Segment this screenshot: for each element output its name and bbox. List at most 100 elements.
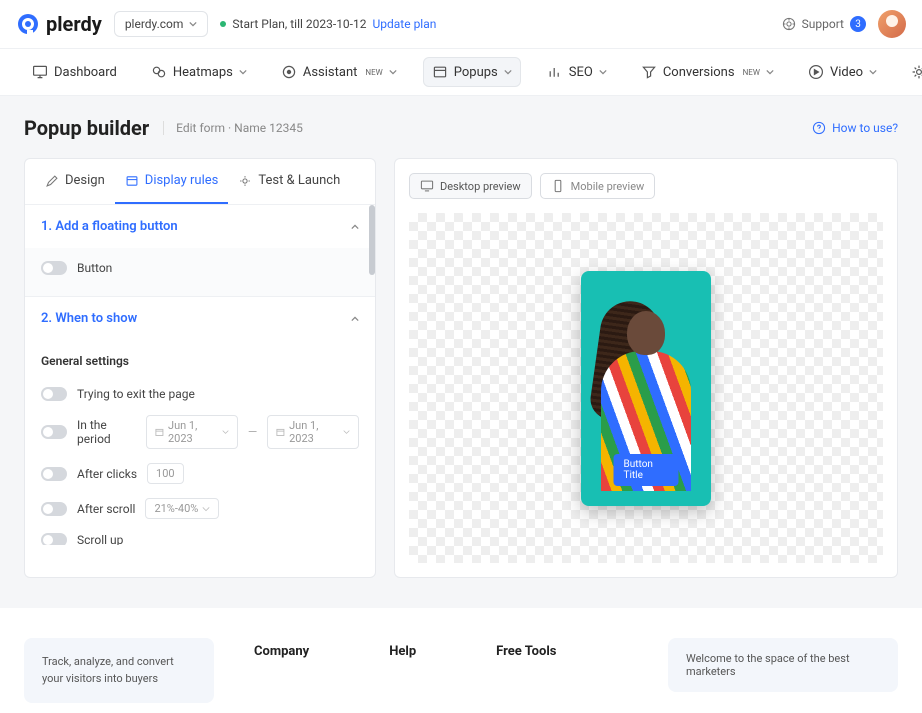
nav-settings[interactable]: Settings <box>903 58 922 86</box>
nav-heatmaps[interactable]: Heatmaps <box>143 58 255 86</box>
update-plan-link[interactable]: Update plan <box>372 17 436 31</box>
status-dot-icon <box>220 21 226 27</box>
chevron-up-icon <box>351 223 359 231</box>
site-selector[interactable]: plerdy.com <box>114 11 209 37</box>
mobile-preview-button[interactable]: Mobile preview <box>540 173 656 199</box>
section-floating-button-header[interactable]: 1. Add a floating button <box>25 205 375 248</box>
funnel-icon <box>641 64 657 80</box>
plan-text: Start Plan, till 2023-10-12 <box>232 17 366 31</box>
brand-logo[interactable]: plerdy <box>16 12 102 36</box>
tab-design-label: Design <box>65 173 105 188</box>
toggle-exit-label: Trying to exit the page <box>77 387 195 401</box>
chevron-down-icon <box>189 20 197 28</box>
tab-display-rules[interactable]: Display rules <box>115 159 229 204</box>
support-button[interactable]: Support 3 <box>782 16 866 32</box>
nav-heatmaps-label: Heatmaps <box>173 65 233 80</box>
new-tag: NEW <box>743 68 760 77</box>
pencil-icon <box>45 174 59 188</box>
calendar-icon <box>276 427 285 437</box>
preview-panel: Desktop preview Mobile preview Button Ti… <box>394 158 898 578</box>
chevron-down-icon <box>599 68 607 76</box>
date-from-picker[interactable]: Jun 1, 2023 <box>146 415 238 449</box>
mobile-icon <box>551 179 565 193</box>
dash-separator: — <box>248 425 257 439</box>
chevron-down-icon <box>869 68 877 76</box>
toggle-scrollup-label: Scroll up <box>77 533 123 545</box>
ai-icon <box>281 64 297 80</box>
footer-col-freetools[interactable]: Free Tools <box>496 644 556 659</box>
date-to-value: Jun 1, 2023 <box>289 419 339 445</box>
date-to-picker[interactable]: Jun 1, 2023 <box>267 415 359 449</box>
popup-preview-button[interactable]: Button Title <box>614 454 679 486</box>
clicks-input[interactable]: 100 <box>147 463 184 484</box>
plan-status: Start Plan, till 2023-10-12 Update plan <box>220 17 436 31</box>
nav-popups-label: Popups <box>454 65 498 80</box>
chevron-down-icon <box>389 68 397 76</box>
clicks-value: 100 <box>156 467 175 480</box>
date-from-value: Jun 1, 2023 <box>168 419 218 445</box>
nav-video-label: Video <box>830 65 863 80</box>
toggle-after-clicks[interactable] <box>41 467 67 481</box>
help-icon <box>812 121 826 135</box>
tab-display-label: Display rules <box>145 173 219 188</box>
tab-design[interactable]: Design <box>35 159 115 204</box>
footer-welcome: Welcome to the space of the best markete… <box>668 638 898 692</box>
desktop-preview-button[interactable]: Desktop preview <box>409 173 532 199</box>
nav-assistant[interactable]: Assistant NEW <box>273 58 405 86</box>
brand-name: plerdy <box>46 12 102 36</box>
toggle-period[interactable] <box>41 425 67 439</box>
user-avatar[interactable] <box>878 10 906 38</box>
popup-preview: Button Title <box>581 271 711 506</box>
chart-icon <box>547 64 563 80</box>
gear-icon <box>911 64 922 80</box>
nav-seo-label: SEO <box>569 65 593 80</box>
how-to-use-label: How to use? <box>832 121 898 135</box>
toggle-after-scroll[interactable] <box>41 502 67 516</box>
chevron-down-icon <box>343 428 350 436</box>
general-settings-heading: General settings <box>25 340 375 374</box>
new-tag: NEW <box>365 68 382 77</box>
page-subtitle: Edit form · Name 12345 <box>163 121 303 135</box>
nav-assistant-label: Assistant <box>303 65 358 80</box>
nav-conversions-label: Conversions <box>663 65 735 80</box>
support-icon <box>782 17 796 31</box>
preview-canvas: Button Title <box>409 213 883 563</box>
footer-col-company[interactable]: Company <box>254 644 309 659</box>
mobile-preview-label: Mobile preview <box>571 180 645 193</box>
chevron-down-icon <box>222 428 229 436</box>
section-2-title: 2. When to show <box>41 311 137 326</box>
tab-test-launch[interactable]: Test & Launch <box>228 159 350 204</box>
desktop-preview-label: Desktop preview <box>440 180 521 193</box>
toggle-button[interactable] <box>41 261 67 275</box>
popup-icon <box>432 64 448 80</box>
heatmap-icon <box>151 64 167 80</box>
window-icon <box>125 174 139 188</box>
nav-seo[interactable]: SEO <box>539 58 615 86</box>
scroll-value: 21%-40% <box>154 502 198 515</box>
how-to-use-link[interactable]: How to use? <box>812 121 898 135</box>
editor-panel: Design Display rules Test & Launch 1. Ad… <box>24 158 376 578</box>
toggle-period-label: In the period <box>77 418 136 446</box>
scrollbar-thumb[interactable] <box>369 205 375 275</box>
toggle-scroll-up[interactable] <box>41 533 67 545</box>
nav-popups[interactable]: Popups <box>423 57 521 87</box>
section-when-to-show-header[interactable]: 2. When to show <box>25 297 375 340</box>
plerdy-logo-icon <box>16 12 40 36</box>
nav-video[interactable]: Video <box>800 58 885 86</box>
toggle-button-label: Button <box>77 261 112 275</box>
toggle-exit[interactable] <box>41 387 67 401</box>
chevron-down-icon <box>504 68 512 76</box>
play-icon <box>808 64 824 80</box>
toggle-clicks-label: After clicks <box>77 467 137 481</box>
chevron-down-icon <box>239 68 247 76</box>
monitor-icon <box>32 64 48 80</box>
nav-conversions[interactable]: Conversions NEW <box>633 58 782 86</box>
site-selector-label: plerdy.com <box>125 17 184 31</box>
gear-icon <box>238 174 252 188</box>
footer-col-help[interactable]: Help <box>389 644 416 659</box>
page-title: Popup builder <box>24 116 149 140</box>
scroll-select[interactable]: 21%-40% <box>145 498 219 519</box>
support-label: Support <box>802 17 844 31</box>
nav-dashboard[interactable]: Dashboard <box>24 58 125 86</box>
tab-test-label: Test & Launch <box>258 173 340 188</box>
